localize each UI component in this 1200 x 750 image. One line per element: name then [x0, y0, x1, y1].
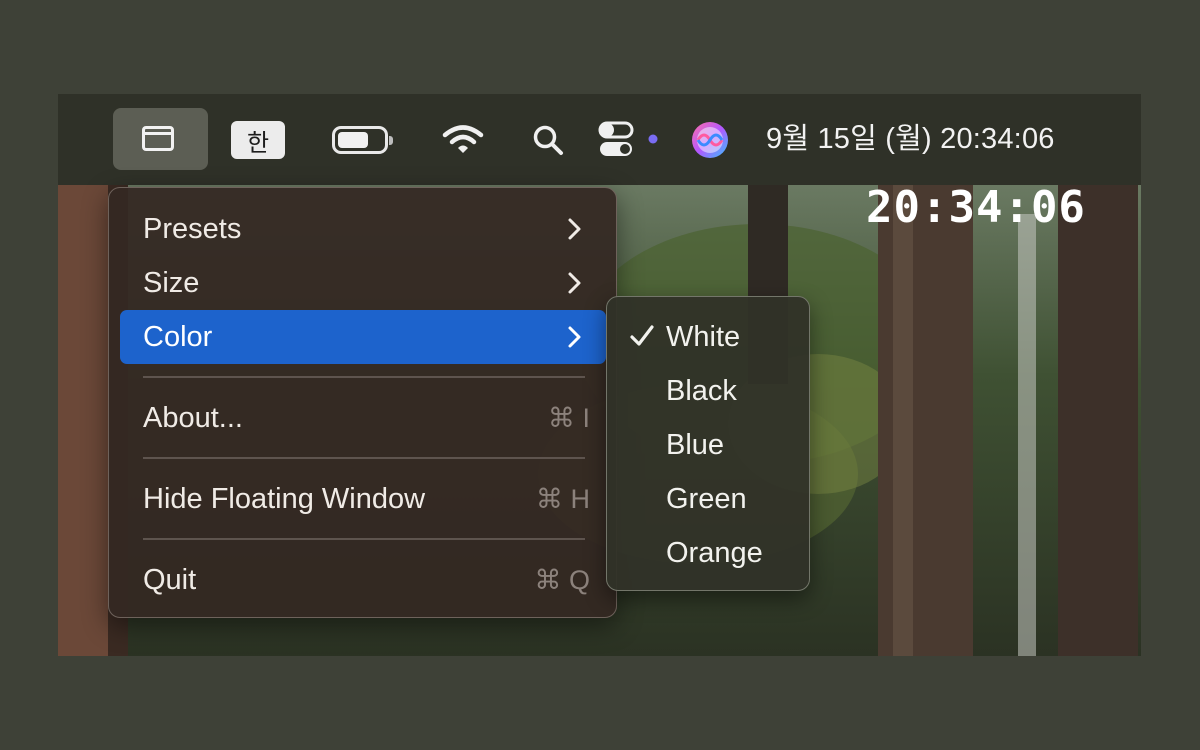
wifi-icon[interactable]: [442, 124, 484, 156]
shortcut-label: ⌘ H: [536, 484, 590, 514]
window-icon[interactable]: [142, 126, 174, 151]
menu-item-about[interactable]: About... ⌘ I: [120, 391, 606, 445]
menu-item-label: Presets: [143, 213, 242, 245]
color-option-label: Orange: [666, 537, 763, 569]
search-icon[interactable]: [532, 124, 564, 156]
color-option-blue[interactable]: Blue: [607, 418, 809, 472]
checkmark-icon: [630, 325, 654, 346]
menu-item-label: Quit: [143, 564, 197, 596]
color-option-black[interactable]: Black: [607, 364, 809, 418]
menu-item-label: About...: [143, 402, 243, 434]
input-source-indicator[interactable]: 한: [231, 121, 285, 159]
chevron-right-icon: [568, 326, 581, 348]
menu-item-label: Hide Floating Window: [143, 483, 426, 515]
menu-separator: [143, 457, 585, 459]
battery-icon[interactable]: [332, 126, 393, 154]
chevron-right-icon: [568, 218, 581, 240]
color-option-label: Blue: [666, 429, 725, 461]
ime-label: 한: [246, 128, 270, 157]
menu-item-quit[interactable]: Quit ⌘ Q: [120, 553, 606, 607]
menu-item-label: Size: [143, 267, 200, 299]
color-option-orange[interactable]: Orange: [607, 526, 809, 580]
control-center-icon[interactable]: [598, 121, 662, 159]
menu-separator: [143, 376, 585, 378]
app-dropdown-menu: Presets Size Color About... ⌘ I Hide Flo…: [108, 187, 617, 618]
menu-item-label: Color: [143, 321, 213, 353]
color-option-label: White: [666, 321, 741, 353]
menu-item-color[interactable]: Color: [120, 310, 606, 364]
menu-item-size[interactable]: Size: [120, 256, 606, 310]
color-submenu: White Black Blue Green Orange: [606, 296, 810, 591]
menu-item-hide-floating-window[interactable]: Hide Floating Window ⌘ H: [120, 472, 606, 526]
color-option-white[interactable]: White: [607, 310, 809, 364]
menu-item-presets[interactable]: Presets: [120, 202, 606, 256]
siri-icon[interactable]: [691, 121, 729, 159]
menu-bar: 한 9월 15일 (월) 20:34:06: [58, 94, 1141, 185]
shortcut-label: ⌘ I: [547, 403, 590, 433]
shortcut-label: ⌘ Q: [534, 565, 590, 595]
menu-separator: [143, 538, 585, 540]
color-option-green[interactable]: Green: [607, 472, 809, 526]
color-option-label: Green: [666, 483, 747, 515]
chevron-right-icon: [568, 272, 581, 294]
color-option-label: Black: [666, 375, 737, 407]
menubar-datetime[interactable]: 9월 15일 (월) 20:34:06: [766, 117, 1055, 161]
floating-clock-window[interactable]: 20:34:06: [866, 182, 1086, 233]
